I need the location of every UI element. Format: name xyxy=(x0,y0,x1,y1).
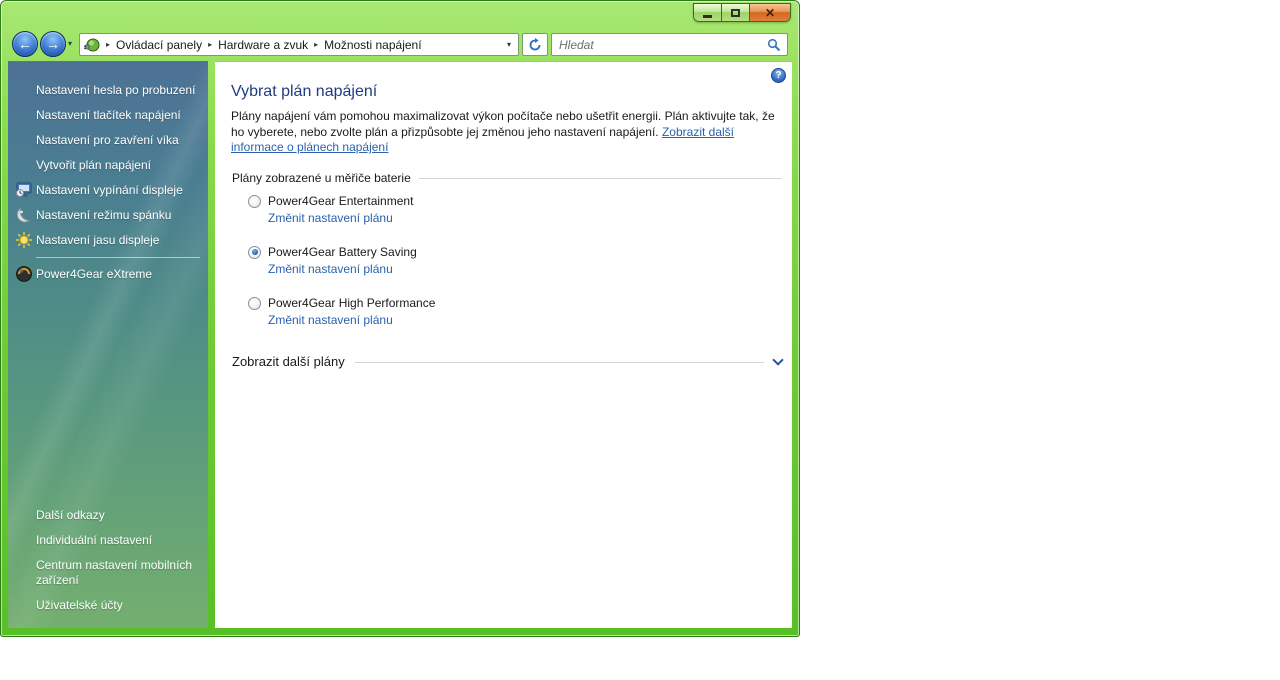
breadcrumb-power-options[interactable]: Možnosti napájení xyxy=(324,38,421,52)
refresh-icon xyxy=(529,37,541,50)
breadcrumb-arrow-icon: ▸ xyxy=(314,40,319,49)
sidebar-item-mobility-center[interactable]: Centrum nastavení mobilních zařízení xyxy=(36,558,200,588)
sidebar-item-personalization[interactable]: Individuální nastavení xyxy=(36,533,200,548)
intro-paragraph: Plány napájení vám pomohou maximalizovat… xyxy=(231,109,787,156)
radio-plan-entertainment[interactable] xyxy=(248,194,261,208)
plan-list: Power4Gear Entertainment Změnit nastaven… xyxy=(215,193,792,346)
page-title: Vybrat plán napájení xyxy=(231,83,378,100)
plan-battery-saving: Power4Gear Battery Saving Změnit nastave… xyxy=(215,244,792,278)
sidebar-item-label: Vytvořit plán napájení xyxy=(36,158,151,172)
plan-high-performance: Power4Gear High Performance Změnit nasta… xyxy=(215,295,792,329)
sidebar-item-label: Nastavení tlačítek napájení xyxy=(36,108,181,122)
sidebar-item-lid-close[interactable]: Nastavení pro zavření víka xyxy=(8,128,208,153)
sidebar-footer: Další odkazy Individuální nastavení Cent… xyxy=(36,508,200,623)
back-arrow-icon: ← xyxy=(18,36,32,52)
sidebar-item-password-wakeup[interactable]: Nastavení hesla po probuzení xyxy=(8,78,208,103)
plan-name[interactable]: Power4Gear High Performance xyxy=(268,296,435,310)
plan-entertainment: Power4Gear Entertainment Změnit nastaven… xyxy=(215,193,792,227)
navigation-bar: ← → ▾ ▸ Ovládací panely ▸ Hardware a zvu… xyxy=(1,29,799,61)
minimize-icon xyxy=(703,14,712,18)
help-button[interactable]: ? xyxy=(771,68,786,83)
maximize-icon xyxy=(731,8,740,17)
close-icon: ✕ xyxy=(764,5,776,20)
search-input[interactable] xyxy=(552,34,765,55)
sidebar-item-label: Nastavení pro zavření víka xyxy=(36,133,179,147)
help-icon: ? xyxy=(775,70,782,81)
change-plan-settings-link[interactable]: Změnit nastavení plánu xyxy=(268,262,393,276)
power-options-icon xyxy=(84,38,100,51)
breadcrumb[interactable]: ▸ Ovládací panely ▸ Hardware a zvuk ▸ Mo… xyxy=(79,33,519,56)
sidebar-item-brightness[interactable]: Nastavení jasu displeje xyxy=(8,228,208,253)
sidebar-item-power-buttons[interactable]: Nastavení tlačítek napájení xyxy=(8,103,208,128)
sidebar-task-list: Nastavení hesla po probuzení Nastavení t… xyxy=(8,78,208,287)
main-content: ? Vybrat plán napájení Plány napájení vá… xyxy=(215,61,792,628)
power-options-window: ✕ ← → ▾ ▸ Ovládací panely ▸ Hardware a z… xyxy=(0,0,800,637)
sidebar-item-label: Power4Gear eXtreme xyxy=(36,267,153,281)
sidebar: Nastavení hesla po probuzení Nastavení t… xyxy=(8,61,208,628)
plan-name[interactable]: Power4Gear Entertainment xyxy=(268,194,413,208)
breadcrumb-arrow-icon: ▸ xyxy=(208,40,213,49)
breadcrumb-hardware-sound[interactable]: Hardware a zvuk xyxy=(218,38,308,52)
section-rule xyxy=(418,178,782,179)
refresh-button[interactable] xyxy=(522,33,548,56)
sidebar-item-power4gear[interactable]: Power4Gear eXtreme xyxy=(8,262,208,287)
sidebar-separator xyxy=(36,257,200,258)
sidebar-content-divider xyxy=(208,61,215,628)
change-plan-settings-link[interactable]: Změnit nastavení plánu xyxy=(268,211,393,225)
address-dropdown-icon[interactable]: ▾ xyxy=(502,40,516,49)
radio-plan-high-performance[interactable] xyxy=(248,296,261,310)
plan-name[interactable]: Power4Gear Battery Saving xyxy=(268,245,417,259)
sidebar-item-label: Nastavení hesla po probuzení xyxy=(36,83,196,97)
titlebar[interactable]: ✕ xyxy=(1,1,799,29)
power4gear-icon xyxy=(15,265,33,283)
show-more-plans[interactable]: Zobrazit další plány xyxy=(232,353,784,369)
sidebar-item-sleep[interactable]: Nastavení režimu spánku xyxy=(8,203,208,228)
minimize-button[interactable] xyxy=(694,4,722,21)
sidebar-item-label: Nastavení jasu displeje xyxy=(36,233,160,247)
see-also-header: Další odkazy xyxy=(36,508,105,522)
back-button[interactable]: ← xyxy=(12,31,38,57)
radio-plan-battery-saving[interactable] xyxy=(248,245,261,259)
history-dropdown[interactable]: ▾ xyxy=(68,39,72,48)
radio-selected-dot xyxy=(251,249,258,255)
section-header: Plány zobrazené u měřiče baterie xyxy=(232,171,411,185)
chevron-down-icon[interactable] xyxy=(772,353,784,366)
breadcrumb-control-panel[interactable]: Ovládací panely xyxy=(116,38,202,52)
maximize-button[interactable] xyxy=(722,4,750,21)
window-controls: ✕ xyxy=(693,3,791,22)
forward-arrow-icon: → xyxy=(46,36,60,52)
show-more-plans-label: Zobrazit další plány xyxy=(232,354,345,369)
search-icon[interactable] xyxy=(765,38,787,52)
sidebar-item-display-off[interactable]: Nastavení vypínání displeje xyxy=(8,178,208,203)
change-plan-settings-link[interactable]: Změnit nastavení plánu xyxy=(268,313,393,327)
desktop: ✕ ← → ▾ ▸ Ovládací panely ▸ Hardware a z… xyxy=(0,0,1280,680)
sidebar-item-label: Nastavení režimu spánku xyxy=(36,208,172,222)
window-body: Nastavení hesla po probuzení Nastavení t… xyxy=(8,61,792,628)
search-box xyxy=(551,33,788,56)
display-clock-icon xyxy=(15,181,33,199)
battery-meter-section: Plány zobrazené u měřiče baterie xyxy=(232,171,782,185)
moon-icon xyxy=(15,206,33,224)
forward-button[interactable]: → xyxy=(40,31,66,57)
sun-icon xyxy=(15,231,33,249)
sidebar-item-user-accounts[interactable]: Uživatelské účty xyxy=(36,598,200,613)
sidebar-item-label: Nastavení vypínání displeje xyxy=(36,183,183,197)
more-plans-rule xyxy=(354,361,764,363)
breadcrumb-arrow-icon: ▸ xyxy=(106,40,111,49)
close-button[interactable]: ✕ xyxy=(750,4,790,21)
sidebar-item-create-plan[interactable]: Vytvořit plán napájení xyxy=(8,153,208,178)
